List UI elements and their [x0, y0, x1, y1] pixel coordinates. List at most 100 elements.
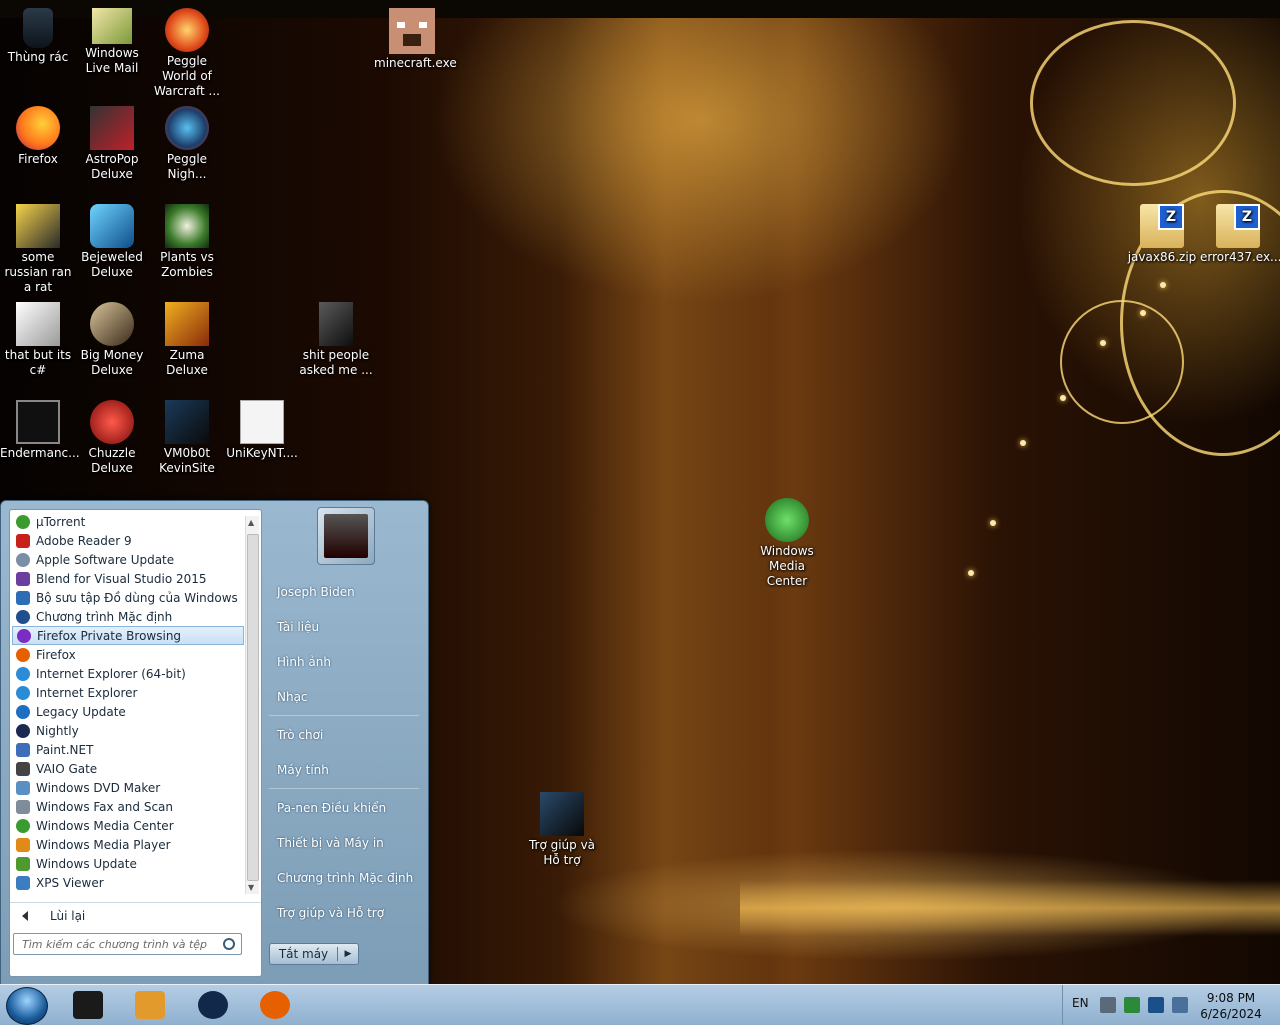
utorrent-icon: [16, 514, 30, 529]
game-icon: [90, 302, 134, 346]
apple-update-icon: [16, 552, 30, 567]
desktop-icon[interactable]: shit people asked me ...: [298, 298, 374, 378]
scrollbar-thumb[interactable]: [247, 534, 259, 881]
program-item[interactable]: Apple Software Update: [12, 550, 244, 569]
desktop-icon[interactable]: Big Money Deluxe: [74, 298, 150, 378]
games-link[interactable]: Trò chơi: [277, 728, 323, 742]
taskbar-clock[interactable]: 9:08 PM 6/26/2024: [1196, 990, 1266, 1022]
program-item[interactable]: Paint.NET: [12, 740, 244, 759]
language-indicator[interactable]: EN: [1072, 996, 1089, 1010]
program-item[interactable]: Windows Media Center: [12, 816, 244, 835]
desktop-icon[interactable]: Z error437.ex...: [1200, 200, 1280, 265]
computer-link[interactable]: Máy tính: [277, 763, 329, 777]
devices-printers-link[interactable]: Thiết bị và Máy in: [277, 836, 384, 850]
start-menu-program-pane: µTorrent Adobe Reader 9 Apple Software U…: [9, 509, 262, 977]
program-item[interactable]: Chương trình Mặc định: [12, 607, 244, 626]
tray-expand-icon[interactable]: [1100, 997, 1116, 1013]
desktop-icon[interactable]: Zuma Deluxe: [149, 298, 225, 378]
shutdown-button[interactable]: Tắt máy ▶: [269, 943, 359, 965]
zip-folder-icon: Z: [1216, 204, 1260, 248]
desktop-icon[interactable]: Windows Live Mail: [74, 4, 150, 76]
taskbar-pinned-media-player[interactable]: [122, 988, 178, 1022]
taskbar-pinned-firefox[interactable]: [247, 988, 303, 1022]
desktop-icon[interactable]: Windows Media Center: [749, 494, 825, 589]
folder-icon: [319, 302, 353, 346]
network-icon[interactable]: [1148, 997, 1164, 1013]
paint-net-icon: [16, 742, 30, 757]
volume-icon[interactable]: [1172, 997, 1188, 1013]
taskbar-pinned-globe[interactable]: [185, 988, 241, 1022]
desktop-icon[interactable]: Trợ giúp và Hỗ trợ: [524, 788, 600, 868]
pictures-link[interactable]: Hình ảnh: [277, 655, 331, 669]
program-item[interactable]: Blend for Visual Studio 2015: [12, 569, 244, 588]
start-button[interactable]: [6, 987, 48, 1025]
game-icon: [90, 204, 134, 248]
desktop-icon[interactable]: AstroPop Deluxe: [74, 102, 150, 182]
scroll-down-icon[interactable]: ▼: [248, 883, 254, 892]
game-icon: [165, 302, 209, 346]
help-support-link[interactable]: Trợ giúp và Hỗ trợ: [277, 906, 384, 920]
scroll-up-icon[interactable]: ▲: [248, 518, 254, 527]
tray-divider: [1062, 985, 1069, 1025]
program-list-scrollbar[interactable]: ▲ ▼: [245, 516, 259, 894]
program-item[interactable]: Windows Update: [12, 854, 244, 873]
desktop-icon[interactable]: Endermanc...: [0, 396, 80, 461]
shortcut-icon: [165, 400, 209, 444]
separator: [269, 788, 419, 789]
desktop-icon[interactable]: Bejeweled Deluxe: [74, 200, 150, 280]
desktop-icon[interactable]: some russian ran a rat: [0, 200, 76, 295]
firefox-icon: [16, 647, 30, 662]
desktop-icon[interactable]: VM0b0t KevinSite: [149, 396, 225, 476]
game-icon: [165, 106, 209, 150]
program-item[interactable]: Internet Explorer: [12, 683, 244, 702]
desktop-icon[interactable]: Peggle World of Warcraft ...: [149, 4, 225, 99]
desktop-icon[interactable]: that but its c#: [0, 298, 76, 378]
program-item[interactable]: Nightly: [12, 721, 244, 740]
desktop-icon[interactable]: Chuzzle Deluxe: [74, 396, 150, 476]
user-name-link[interactable]: Joseph Biden: [277, 585, 355, 599]
start-menu-right-pane: Joseph Biden Tài liệu Hình ảnh Nhạc Trò …: [261, 501, 427, 985]
back-button[interactable]: Lùi lại: [10, 902, 261, 929]
user-avatar[interactable]: [317, 507, 375, 565]
program-item[interactable]: XPS Viewer: [12, 873, 244, 892]
game-icon: [90, 106, 134, 150]
desktop-icon[interactable]: UniKeyNT....: [224, 396, 300, 461]
desktop-icon[interactable]: minecraft.exe: [374, 4, 457, 71]
desktop-icon[interactable]: Thùng rác: [0, 4, 76, 65]
taskbar-pinned-cmd[interactable]: [60, 988, 116, 1022]
desktop-icon[interactable]: Plants vs Zombies: [149, 200, 225, 280]
program-item[interactable]: Firefox: [12, 645, 244, 664]
program-item[interactable]: µTorrent: [12, 512, 244, 531]
start-search-input[interactable]: Tìm kiếm các chương trình và tệp: [13, 933, 242, 955]
desktop-icon[interactable]: Firefox: [0, 102, 76, 167]
shortcut-icon: [16, 302, 60, 346]
program-item[interactable]: Internet Explorer (64-bit): [12, 664, 244, 683]
program-item[interactable]: VAIO Gate: [12, 759, 244, 778]
default-programs-link[interactable]: Chương trình Mặc định: [277, 871, 413, 885]
desktop-icon[interactable]: Peggle Nigh...: [149, 102, 225, 182]
program-item-highlighted[interactable]: Firefox Private Browsing: [12, 626, 244, 645]
help-icon: [540, 792, 584, 836]
program-item[interactable]: Windows DVD Maker: [12, 778, 244, 797]
cmd-icon: [73, 991, 103, 1019]
program-item[interactable]: Windows Fax and Scan: [12, 797, 244, 816]
documents-link[interactable]: Tài liệu: [277, 620, 319, 634]
program-item[interactable]: Windows Media Player: [12, 835, 244, 854]
game-icon: [165, 8, 209, 52]
program-item[interactable]: Bộ sưu tập Đồ dùng của Windows: [12, 588, 244, 607]
music-link[interactable]: Nhạc: [277, 690, 308, 704]
game-icon: [165, 204, 209, 248]
recycle-bin-icon: [23, 8, 53, 48]
control-panel-link[interactable]: Pa-nen Điều khiển: [277, 801, 386, 815]
search-icon[interactable]: [223, 938, 235, 950]
desktop-icon[interactable]: Z javax86.zip: [1124, 200, 1200, 265]
tray-app-icon[interactable]: [1124, 997, 1140, 1013]
firefox-icon: [16, 106, 60, 150]
shutdown-options-arrow-icon[interactable]: ▶: [338, 949, 358, 959]
all-programs-list: µTorrent Adobe Reader 9 Apple Software U…: [10, 510, 244, 896]
program-item[interactable]: Adobe Reader 9: [12, 531, 244, 550]
program-item[interactable]: Legacy Update: [12, 702, 244, 721]
windows-update-icon: [16, 856, 30, 871]
blend-icon: [16, 571, 30, 586]
media-center-icon: [16, 818, 30, 833]
